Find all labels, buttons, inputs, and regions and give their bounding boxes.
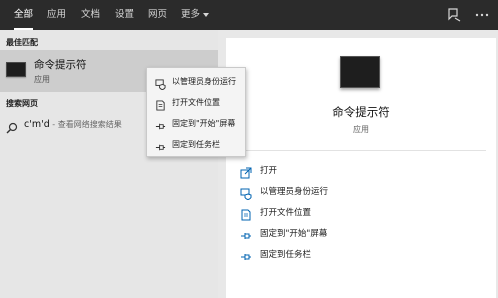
tab-all[interactable]: 全部 xyxy=(14,0,34,30)
context-open-file-location[interactable]: 打开文件位置 xyxy=(147,92,245,112)
action-open[interactable]: 打开 xyxy=(240,162,480,179)
feedback-icon[interactable] xyxy=(446,7,462,23)
search-tabs-bar: 全部 应用 文档 设置 网页 更多 xyxy=(0,0,498,30)
context-pin-to-start-label: 固定到"开始"屏幕 xyxy=(172,119,236,128)
tab-web[interactable]: 网页 xyxy=(148,0,167,30)
chevron-down-icon xyxy=(203,12,210,17)
pin-icon xyxy=(155,117,166,130)
file-location-icon xyxy=(240,206,252,221)
web-search-query-text: c'm'd - 查看网络搜索结果 xyxy=(24,119,122,130)
action-run-as-admin[interactable]: 以管理员身份运行 xyxy=(240,183,480,201)
tab-settings-label: 设置 xyxy=(115,9,135,20)
action-open-label: 打开 xyxy=(260,166,278,176)
tab-documents-label: 文档 xyxy=(81,9,101,20)
detail-app-type: 应用 xyxy=(353,125,369,134)
best-match-app-type: 应用 xyxy=(34,75,50,84)
action-open-file-location-label: 打开文件位置 xyxy=(260,208,312,218)
detail-pane: 命令提示符 应用 打开 以管理员身份运行 打开文件位置 固定到"开始"屏幕 固定… xyxy=(226,38,496,298)
action-open-file-location[interactable]: 打开文件位置 xyxy=(240,204,480,221)
tab-apps-label: 应用 xyxy=(47,9,67,20)
action-run-as-admin-label: 以管理员身份运行 xyxy=(260,187,329,197)
more-options-icon[interactable] xyxy=(474,7,490,23)
context-pin-to-start[interactable]: 固定到"开始"屏幕 xyxy=(147,113,245,133)
search-icon xyxy=(6,119,18,134)
web-search-suffix: - 查看网络搜索结果 xyxy=(49,120,122,129)
pin-icon xyxy=(155,138,166,151)
context-run-as-admin[interactable]: 以管理员身份运行 xyxy=(147,71,245,91)
context-menu: 以管理员身份运行 打开文件位置 固定到"开始"屏幕 固定到任务栏 xyxy=(146,67,246,157)
context-pin-to-taskbar[interactable]: 固定到任务栏 xyxy=(147,134,245,154)
action-pin-to-start[interactable]: 固定到"开始"屏幕 xyxy=(240,225,480,241)
tab-web-label: 网页 xyxy=(148,9,168,20)
run-as-admin-icon xyxy=(155,75,166,91)
run-as-admin-icon xyxy=(240,185,252,201)
command-prompt-icon xyxy=(6,62,26,77)
pin-icon xyxy=(240,248,252,260)
tab-more[interactable]: 更多 xyxy=(181,0,210,30)
web-search-heading: 搜索网页 xyxy=(6,99,38,108)
pin-icon xyxy=(240,227,252,239)
open-icon xyxy=(240,164,252,179)
context-pin-to-taskbar-label: 固定到任务栏 xyxy=(172,140,220,149)
action-pin-to-start-label: 固定到"开始"屏幕 xyxy=(260,229,328,239)
detail-divider xyxy=(236,150,486,151)
best-match-heading: 最佳匹配 xyxy=(6,38,38,47)
action-pin-to-taskbar[interactable]: 固定到任务栏 xyxy=(240,246,480,262)
web-search-query: c'm'd xyxy=(24,119,50,130)
context-run-as-admin-label: 以管理员身份运行 xyxy=(172,77,236,86)
tab-apps[interactable]: 应用 xyxy=(47,0,66,30)
best-match-app-name: 命令提示符 xyxy=(34,59,87,71)
tab-all-label: 全部 xyxy=(14,9,34,20)
tab-settings[interactable]: 设置 xyxy=(115,0,134,30)
command-prompt-large-icon xyxy=(340,56,380,88)
context-open-file-location-label: 打开文件位置 xyxy=(172,98,220,107)
tab-more-label: 更多 xyxy=(181,9,201,20)
file-location-icon xyxy=(155,96,166,111)
action-pin-to-taskbar-label: 固定到任务栏 xyxy=(260,250,312,260)
detail-app-name: 命令提示符 xyxy=(332,105,390,119)
tab-documents[interactable]: 文档 xyxy=(81,0,100,30)
